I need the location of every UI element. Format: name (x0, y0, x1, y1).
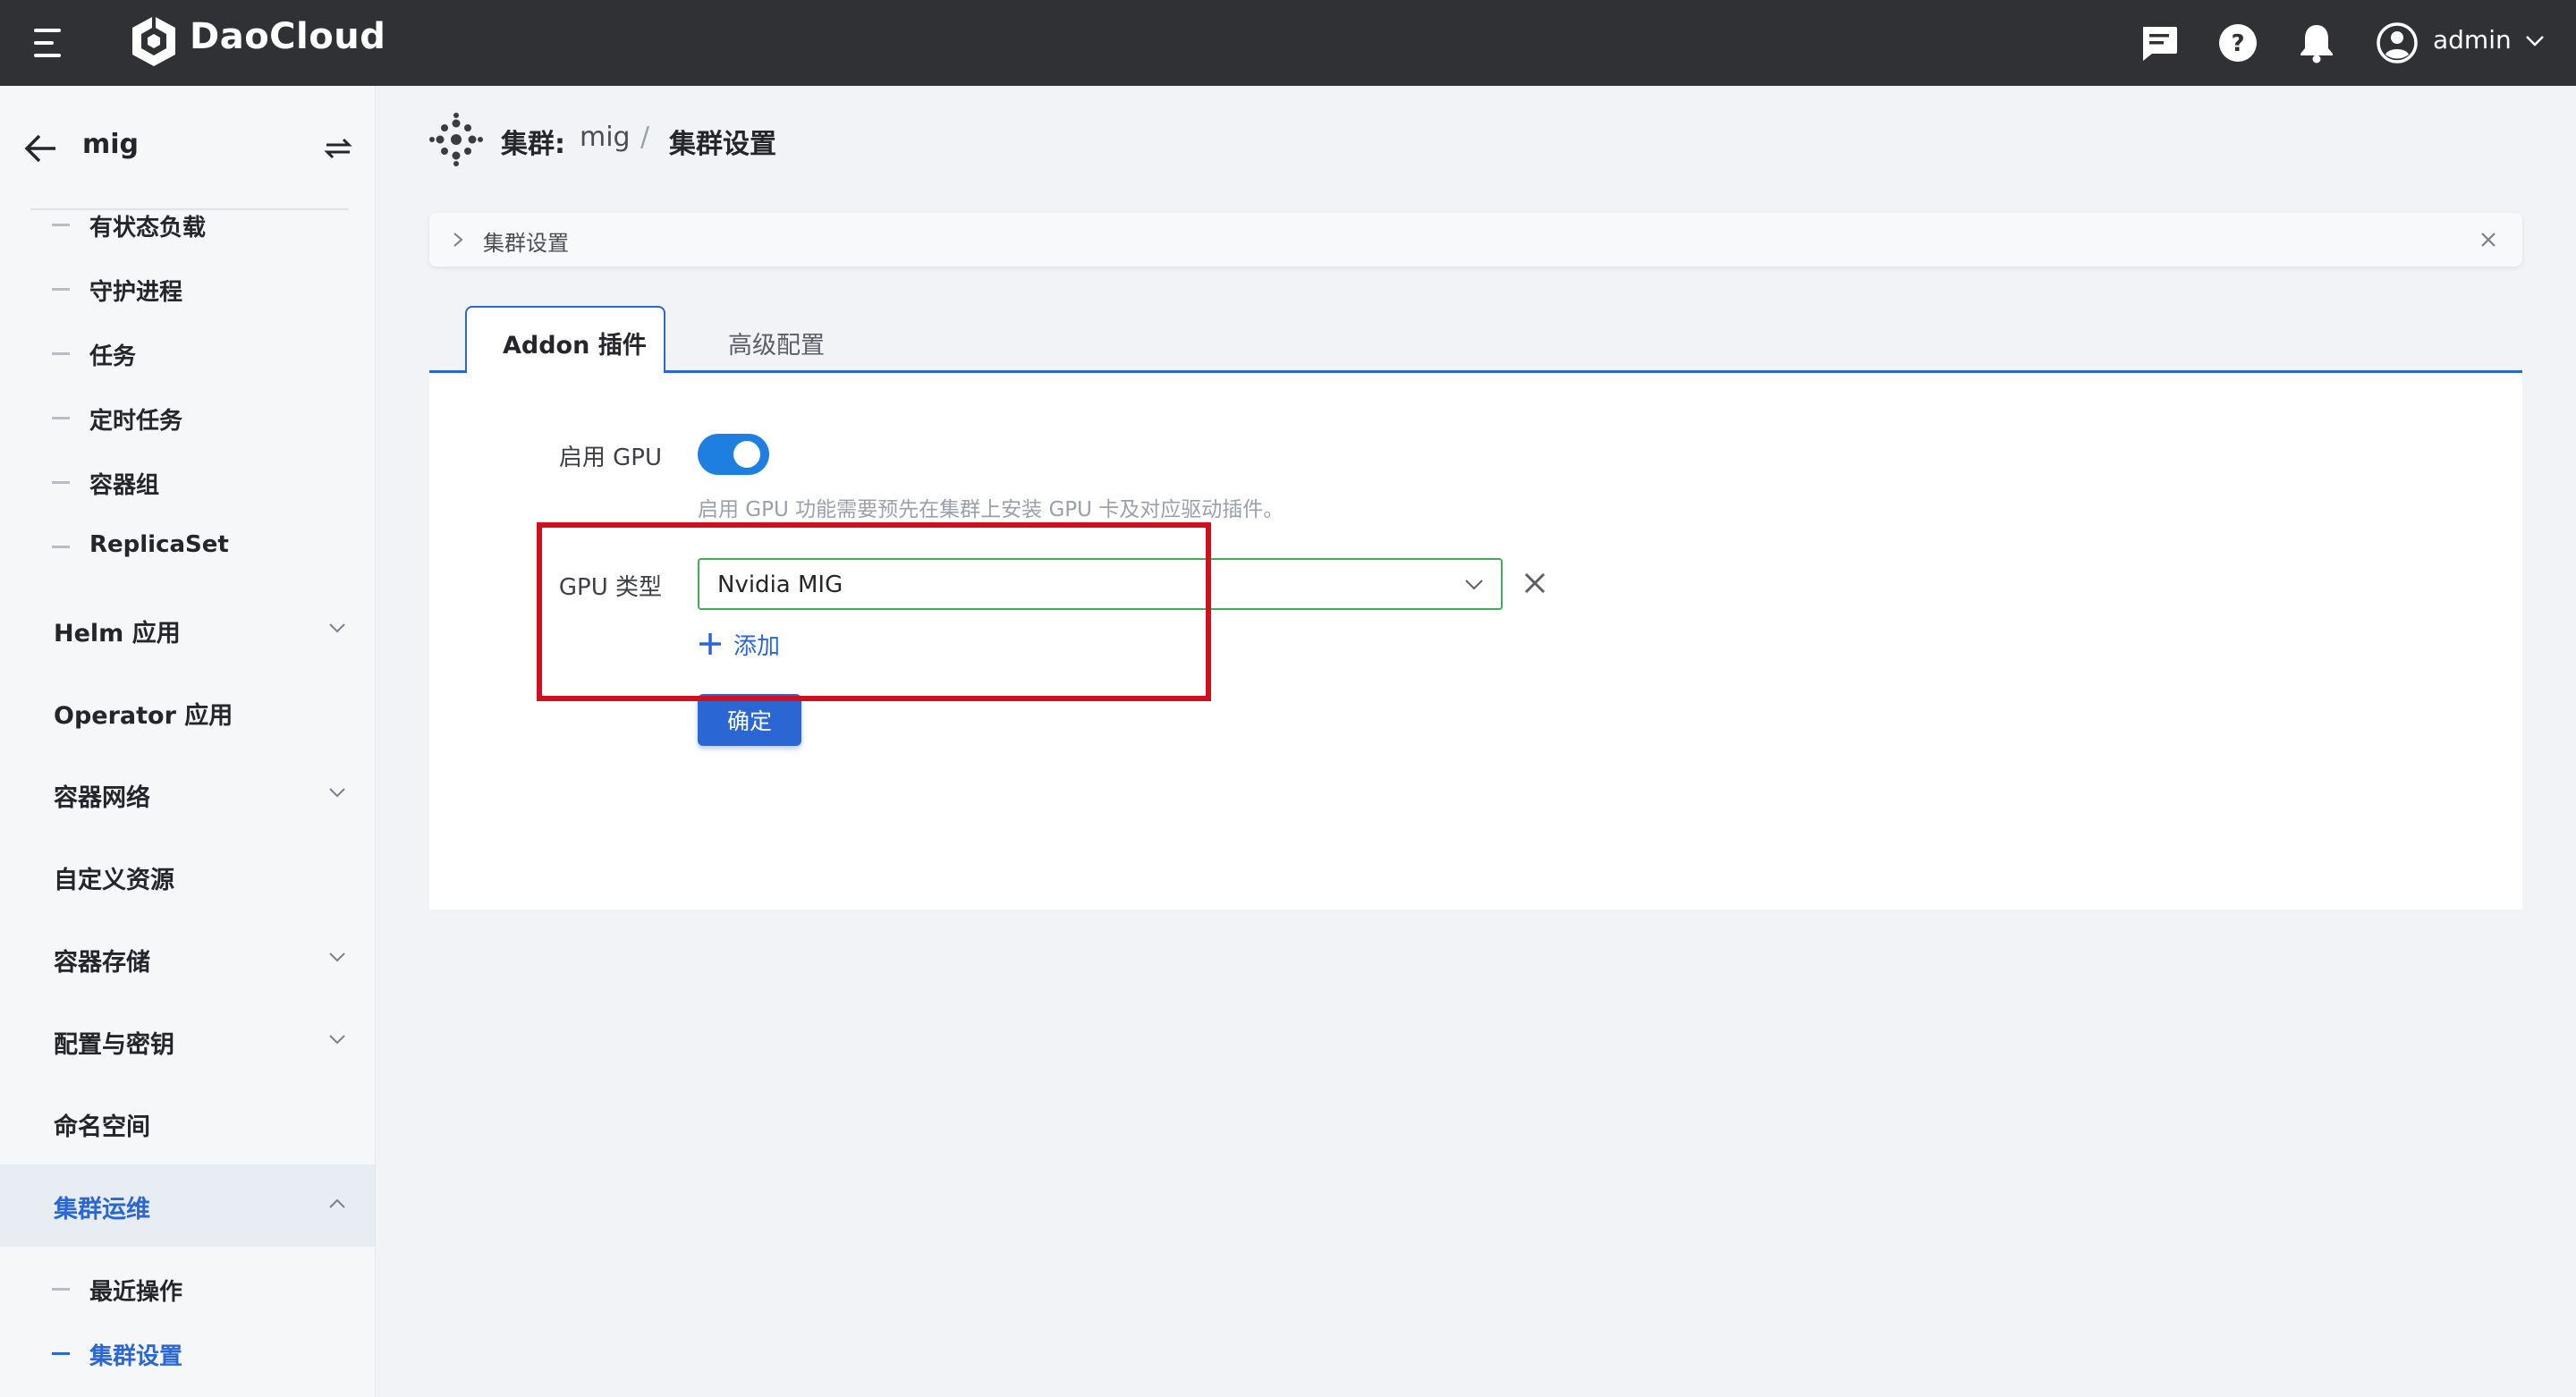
back-arrow-icon[interactable] (23, 132, 59, 165)
bell-icon[interactable] (2295, 21, 2338, 64)
chevron-down-icon (329, 1035, 345, 1045)
switch-cluster-icon[interactable] (322, 132, 354, 165)
chevron-down-icon (329, 952, 345, 962)
sidebar-item-job[interactable]: 任务 (0, 322, 375, 386)
svg-text:?: ? (2231, 30, 2244, 57)
gpu-hint-text: 启用 GPU 功能需要预先在集群上安装 GPU 卡及对应驱动插件。 (698, 498, 1284, 521)
chevron-up-icon (329, 1198, 345, 1208)
sidebar-item-replicaset[interactable]: ReplicaSet (0, 515, 375, 580)
sidebar-item-daemonset[interactable]: 守护进程 (0, 258, 375, 322)
sidebar-item-cluster-settings[interactable]: 集群设置 (0, 1322, 375, 1386)
chevron-down-icon (329, 623, 345, 633)
sidebar-item-config-secret[interactable]: 配置与密钥 (0, 1000, 375, 1082)
menu-icon[interactable] (34, 27, 70, 59)
tab-addon[interactable]: Addon 插件 (465, 306, 665, 374)
top-bar: DaoCloud ? admin (0, 0, 2576, 86)
remove-gpu-type-icon[interactable] (1522, 571, 1547, 596)
message-icon[interactable] (2138, 21, 2181, 64)
close-icon[interactable] (2478, 229, 2499, 250)
breadcrumb-current: 集群设置 (669, 129, 776, 160)
cluster-name: mig (82, 129, 140, 160)
user-avatar-icon[interactable] (2376, 21, 2419, 64)
toggle-knob (733, 441, 760, 468)
sidebar-item-statefulset[interactable]: 有状态负载 (0, 193, 375, 258)
chevron-right-icon[interactable] (451, 231, 465, 249)
sidebar: mig 有状态负载 守护进程 任务 定时任务 容器组 ReplicaSet He… (0, 86, 376, 1397)
breadcrumb-separator: / (640, 122, 650, 153)
sidebar-item-helm[interactable]: Helm 应用 (0, 588, 375, 671)
sidebar-item-namespace[interactable]: 命名空间 (0, 1082, 375, 1164)
gpu-enable-label: 启用 GPU (558, 444, 662, 471)
user-name[interactable]: admin (2433, 25, 2512, 55)
gpu-enable-toggle[interactable] (698, 434, 769, 475)
daocloud-logo-icon (132, 14, 175, 66)
gpu-type-value: Nvidia MIG (717, 572, 843, 598)
breadcrumb-cluster-name[interactable]: mig (580, 122, 631, 153)
brand-name: DaoCloud (190, 16, 386, 57)
tab-advanced-config[interactable]: 高级配置 (716, 306, 841, 374)
breadcrumb-cluster-key: 集群: (501, 129, 565, 160)
chevron-down-icon (329, 788, 345, 798)
gpu-type-label: GPU 类型 (558, 574, 662, 601)
sidebar-item-cronjob[interactable]: 定时任务 (0, 386, 375, 451)
sidebar-item-crd[interactable]: 自定义资源 (0, 835, 375, 918)
sidebar-item-pod[interactable]: 容器组 (0, 451, 375, 515)
info-bar-text: 集群设置 (483, 231, 569, 256)
sidebar-header: mig (0, 86, 375, 210)
gpu-type-select[interactable]: Nvidia MIG (698, 558, 1503, 610)
cluster-icon (429, 113, 483, 166)
chevron-down-icon[interactable] (2524, 32, 2546, 50)
confirm-button[interactable]: 确定 (698, 694, 801, 746)
plus-icon (699, 633, 721, 655)
info-bar[interactable]: 集群设置 (429, 213, 2522, 267)
help-icon[interactable]: ? (2216, 21, 2259, 64)
sidebar-item-cluster-ops[interactable]: 集群运维 (0, 1164, 375, 1247)
sidebar-item-operator[interactable]: Operator 应用 (0, 671, 375, 753)
sidebar-item-recent-ops[interactable]: 最近操作 (0, 1257, 375, 1322)
chevron-down-icon (1465, 580, 1483, 590)
sidebar-item-network[interactable]: 容器网络 (0, 753, 375, 835)
sidebar-item-storage[interactable]: 容器存储 (0, 918, 375, 1000)
